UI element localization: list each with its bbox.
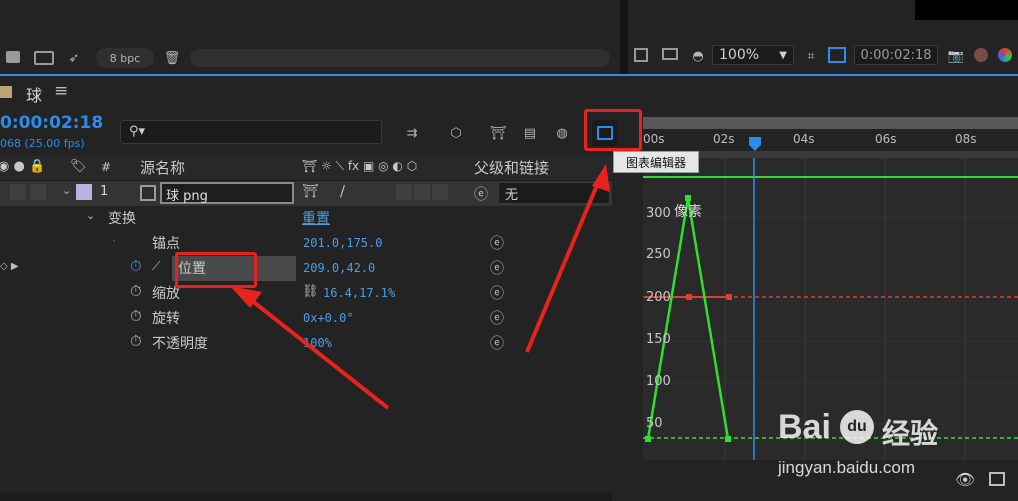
- annotation-arrow-line: [244, 294, 390, 410]
- watermark-cn: 经验: [882, 418, 939, 449]
- watermark-url: jingyan.baidu.com: [778, 458, 916, 477]
- paw-logo-icon: du: [840, 410, 874, 444]
- baidu-watermark: Bai du du 经验: [778, 406, 958, 454]
- annotation-arrow-line: [525, 177, 602, 353]
- watermark-brand: Bai: [778, 408, 831, 446]
